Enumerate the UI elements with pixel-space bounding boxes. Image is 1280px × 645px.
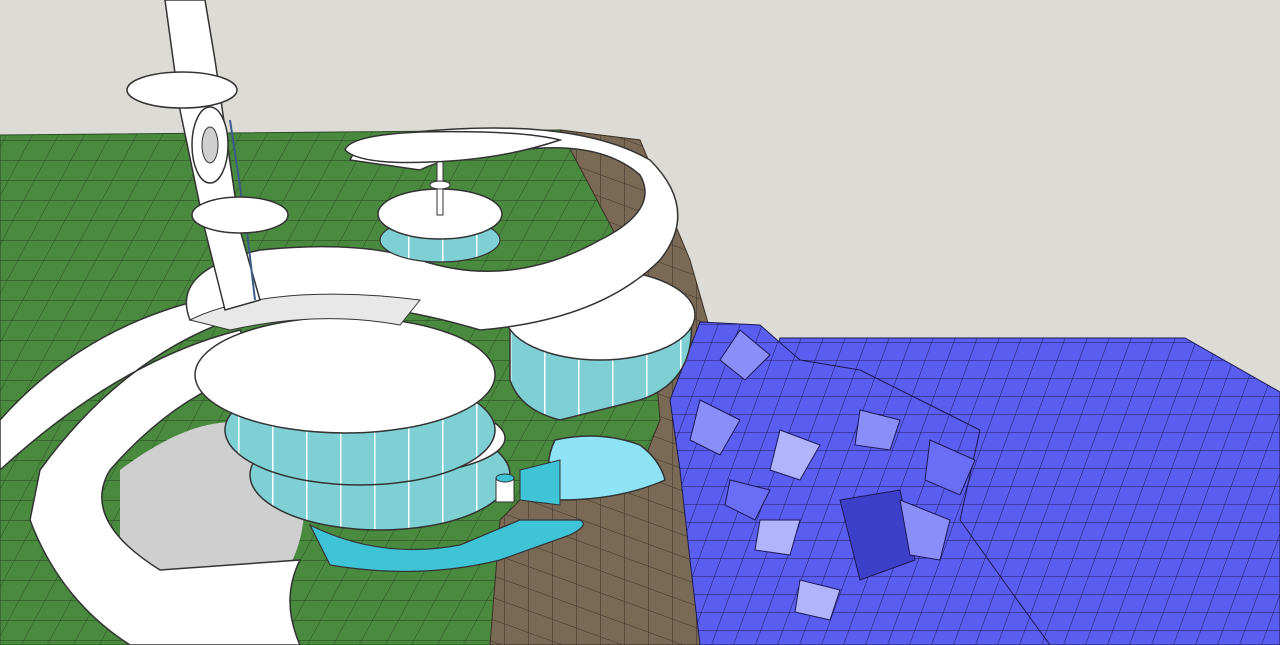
architectural-3d-model-view	[0, 0, 1280, 645]
pool-column	[495, 473, 515, 503]
main-roof-disc	[194, 316, 496, 434]
